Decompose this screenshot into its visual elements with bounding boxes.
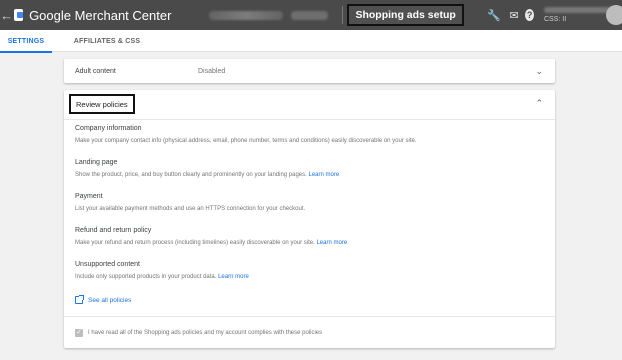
review-policies-section: Review policies ⌃ Company information Ma… <box>64 90 555 348</box>
account-name-redacted <box>209 10 283 20</box>
policy-description-text: List your available payment methods and … <box>75 206 306 212</box>
policy-description: Include only supported products in your … <box>75 274 249 280</box>
tab-bar: SETTINGS AFFILIATES & CSS <box>0 30 622 53</box>
arrow-back-icon[interactable]: ← <box>0 8 13 23</box>
policy-title: Company information <box>75 125 142 132</box>
policy-confirmation-label: I have read all of the Shopping ads poli… <box>88 329 323 336</box>
policy-payment: Payment List your available payment meth… <box>75 193 305 212</box>
policy-confirmation-row: ✓ I have read all of the Shopping ads po… <box>64 316 555 348</box>
see-all-policies-link[interactable]: See all policies <box>75 295 132 304</box>
chevron-up-icon[interactable]: ⌃ <box>535 98 543 109</box>
policy-description: Make your refund and return process (inc… <box>75 240 347 246</box>
account-id-redacted <box>290 10 328 20</box>
see-all-policies-label: See all policies <box>88 296 132 304</box>
policy-description-text: Show the product, price, and buy button … <box>75 172 307 178</box>
learn-more-link[interactable]: Learn more <box>316 240 347 246</box>
top-app-bar: ← Google Merchant Center Shopping ads se… <box>0 0 622 30</box>
policy-company-information: Company information Make your company co… <box>75 125 417 144</box>
policy-description-text: Make your refund and return process (inc… <box>75 240 315 246</box>
merchant-center-logo-icon <box>14 9 24 21</box>
adult-content-value: Disabled <box>198 67 226 75</box>
review-policies-header[interactable]: Review policies ⌃ <box>64 90 555 120</box>
adult-content-label: Adult content <box>75 67 116 75</box>
app-title: Google Merchant Center <box>29 7 172 23</box>
policy-description: Make your company contact info (physical… <box>75 138 417 144</box>
help-icon[interactable]: ? <box>525 9 534 21</box>
tab-settings[interactable]: SETTINGS <box>0 30 52 53</box>
policy-title: Refund and return policy <box>75 227 152 234</box>
adult-content-section[interactable]: Adult content Disabled ⌄ <box>64 59 555 83</box>
policy-title: Unsupported content <box>75 261 140 268</box>
wrench-icon[interactable]: 🔧 <box>486 9 502 22</box>
policy-description: List your available payment methods and … <box>75 206 305 212</box>
policy-confirmation-checkbox[interactable]: ✓ <box>75 328 83 337</box>
open-in-new-icon <box>75 295 84 304</box>
policy-unsupported-content: Unsupported content Include only support… <box>75 261 249 280</box>
policy-title: Landing page <box>75 159 118 166</box>
policy-landing-page: Landing page Show the product, price, an… <box>75 159 339 178</box>
policy-description: Show the product, price, and buy button … <box>75 172 339 178</box>
tab-affiliates-css[interactable]: AFFILIATES & CSS <box>70 30 144 52</box>
divider <box>341 6 343 24</box>
policy-description-text: Make your company contact info (physical… <box>75 138 417 144</box>
page-title: Shopping ads setup <box>347 4 464 26</box>
avatar[interactable] <box>606 5 622 25</box>
policy-title: Payment <box>75 193 103 200</box>
policy-description-text: Include only supported products in your … <box>75 274 217 280</box>
learn-more-link[interactable]: Learn more <box>308 172 339 178</box>
review-policies-title: Review policies <box>69 94 135 114</box>
mail-icon[interactable]: ✉ <box>506 9 522 22</box>
policy-refund-and-return: Refund and return policy Make your refun… <box>75 227 347 246</box>
learn-more-link[interactable]: Learn more <box>218 274 249 280</box>
chevron-down-icon[interactable]: ⌄ <box>535 66 543 77</box>
